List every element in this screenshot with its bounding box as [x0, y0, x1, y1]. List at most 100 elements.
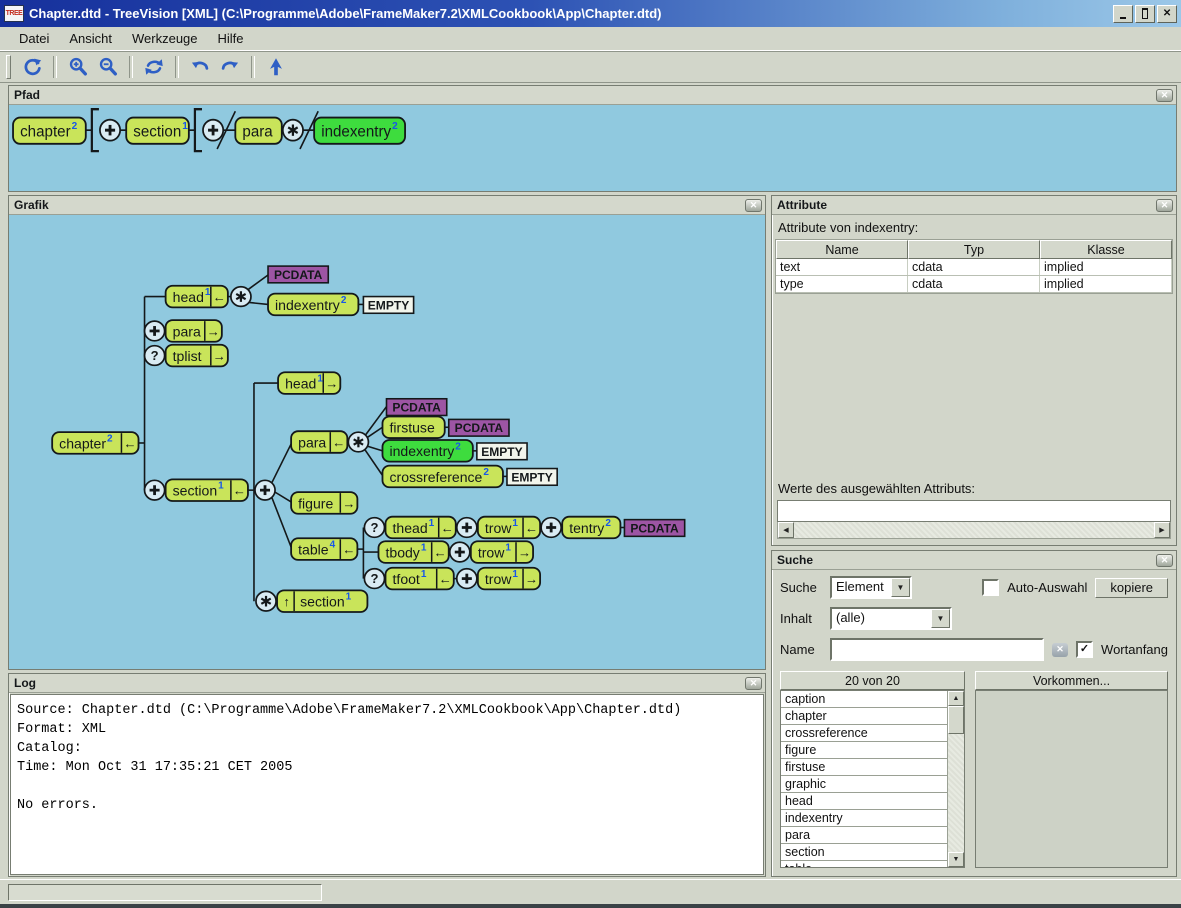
tree-node-tbody[interactable]: ←tbody1 — [378, 541, 448, 563]
close-button[interactable]: ✕ — [1157, 5, 1177, 23]
element-list-item-caption[interactable]: caption — [781, 691, 947, 708]
expand-left-icon: ← — [332, 435, 345, 450]
zoom-out-icon — [97, 56, 119, 78]
svg-text:?: ? — [370, 571, 378, 586]
maximize-button[interactable] — [1135, 5, 1155, 23]
tree-node-firstuse[interactable]: firstuse — [382, 416, 444, 438]
toolbar-grip[interactable] — [6, 55, 11, 79]
element-list-item-para[interactable]: para — [781, 827, 947, 844]
attribute-row[interactable]: typecdataimplied — [776, 276, 1172, 293]
refresh-button[interactable] — [17, 54, 47, 80]
menu-item-ansicht[interactable]: Ansicht — [60, 29, 121, 48]
expand-left-icon: ← — [342, 542, 355, 557]
element-list-item-figure[interactable]: figure — [781, 742, 947, 759]
scroll-down-button[interactable]: ▼ — [948, 852, 964, 867]
attribute-value-label: Werte des ausgewählten Attributs: — [772, 477, 1176, 500]
attribute-value-input[interactable] — [778, 501, 1170, 521]
tree-node-section[interactable]: section1 — [126, 118, 189, 144]
element-list-item-chapter[interactable]: chapter — [781, 708, 947, 725]
grafik-canvas[interactable]: ???PCDATAEMPTYPCDATAPCDATAEMPTYEMPTYPCDA… — [9, 215, 765, 669]
kopiere-button[interactable]: kopiere — [1095, 578, 1168, 598]
svg-text:?: ? — [370, 520, 378, 535]
chevron-down-icon[interactable]: ▼ — [931, 609, 950, 628]
wortanfang-checkbox[interactable]: ✓ — [1076, 641, 1093, 658]
tree-node-para[interactable]: para — [235, 118, 281, 144]
tree-node-trow[interactable]: →trow1 — [478, 568, 540, 590]
element-list-vscrollbar[interactable]: ▲ ▼ — [947, 691, 964, 867]
expand-left-icon: ← — [434, 545, 447, 560]
name-search-input[interactable] — [830, 638, 1044, 661]
vscroll-thumb[interactable] — [948, 706, 964, 734]
pfad-close-button[interactable]: ✕ — [1156, 89, 1173, 102]
attribute-column-header[interactable]: Klasse — [1040, 240, 1172, 259]
auto-auswahl-checkbox[interactable] — [982, 579, 999, 596]
attribute-column-header[interactable]: Typ — [908, 240, 1040, 259]
attribute-row[interactable]: textcdataimplied — [776, 259, 1172, 276]
scroll-right-button[interactable]: ▶ — [1154, 522, 1170, 538]
up-button[interactable] — [261, 54, 291, 80]
suche-close-button[interactable]: ✕ — [1156, 554, 1173, 567]
app-window: TREE Chapter.dtd - TreeVision [XML] (C:\… — [0, 0, 1181, 908]
undo-button[interactable] — [185, 54, 215, 80]
element-list-item-firstuse[interactable]: firstuse — [781, 759, 947, 776]
element-list-header[interactable]: 20 von 20 — [780, 671, 965, 690]
element-list-item-indexentry[interactable]: indexentry — [781, 810, 947, 827]
tree-node-trow[interactable]: ←trow1 — [478, 517, 540, 539]
sync-icon — [143, 56, 165, 78]
tree-node-para[interactable]: ←para — [291, 431, 347, 453]
tree-node-section[interactable]: ↑section1 — [277, 590, 367, 612]
tree-node-section[interactable]: ←section1 — [166, 479, 248, 501]
sequence-operator-icon — [457, 569, 477, 589]
attribute-close-button[interactable]: ✕ — [1156, 199, 1173, 212]
menu-item-datei[interactable]: Datei — [10, 29, 58, 48]
element-list-item-head[interactable]: head — [781, 793, 947, 810]
tree-node-crossreference[interactable]: crossreference2 — [382, 466, 502, 488]
element-list-item-crossreference[interactable]: crossreference — [781, 725, 947, 742]
zoom-out-button[interactable] — [93, 54, 123, 80]
wortanfang-label: Wortanfang — [1101, 642, 1168, 657]
inhalt-dropdown[interactable]: (alle) ▼ — [830, 607, 952, 630]
tree-node-head[interactable]: ←head1 — [166, 286, 228, 308]
tree-node-figure[interactable]: →figure — [291, 492, 357, 514]
menu-item-hilfe[interactable]: Hilfe — [209, 29, 253, 48]
tree-node-head[interactable]: →head1 — [278, 372, 340, 394]
element-list-item-graphic[interactable]: graphic — [781, 776, 947, 793]
tree-node-trow[interactable]: →trow1 — [471, 541, 533, 563]
svg-text:PCDATA: PCDATA — [274, 268, 323, 282]
sequence-operator-icon — [145, 321, 165, 341]
clear-name-button[interactable]: ✕ — [1052, 643, 1068, 657]
tree-node-indexentry[interactable]: indexentry2 — [314, 118, 405, 144]
log-close-button[interactable]: ✕ — [745, 677, 762, 690]
sync-button[interactable] — [139, 54, 169, 80]
attribute-cell: implied — [1040, 276, 1172, 292]
vorkommen-header[interactable]: Vorkommen... — [975, 671, 1168, 690]
grafik-close-button[interactable]: ✕ — [745, 199, 762, 212]
suche-type-dropdown[interactable]: Element ▼ — [830, 576, 912, 599]
tree-node-chapter[interactable]: ←chapter2 — [52, 432, 138, 454]
tree-node-thead[interactable]: ←thead1 — [385, 517, 455, 539]
svg-text:section1: section1 — [173, 481, 225, 499]
tree-node-indexentry[interactable]: indexentry2 — [382, 440, 472, 462]
tree-node-indexentry[interactable]: indexentry2 — [268, 294, 358, 316]
redo-button[interactable] — [215, 54, 245, 80]
attribute-value-hscrollbar[interactable]: ◀ ▶ — [777, 522, 1171, 539]
tree-node-table[interactable]: ←table4 — [291, 538, 357, 560]
expand-left-icon: ← — [439, 572, 452, 587]
zoom-in-button[interactable] — [63, 54, 93, 80]
vscroll-track[interactable] — [948, 734, 964, 852]
menu-item-werkzeuge[interactable]: Werkzeuge — [123, 29, 207, 48]
scroll-left-button[interactable]: ◀ — [778, 522, 794, 538]
element-list-item-table[interactable]: table — [781, 861, 947, 867]
tree-node-tentry[interactable]: tentry2 — [562, 517, 620, 539]
tree-node-chapter[interactable]: chapter2 — [13, 118, 86, 144]
tree-node-para[interactable]: →para — [166, 320, 222, 342]
tree-node-tplist[interactable]: →tplist — [166, 345, 228, 367]
attribute-column-header[interactable]: Name — [776, 240, 908, 259]
scroll-up-button[interactable]: ▲ — [948, 691, 964, 706]
minimize-button[interactable] — [1113, 5, 1133, 23]
hscroll-track[interactable] — [794, 522, 1154, 538]
attribute-table-header: NameTypKlasse — [776, 240, 1172, 259]
chevron-down-icon[interactable]: ▼ — [891, 578, 910, 597]
tree-node-tfoot[interactable]: ←tfoot1 — [385, 568, 453, 590]
element-list-item-section[interactable]: section — [781, 844, 947, 861]
